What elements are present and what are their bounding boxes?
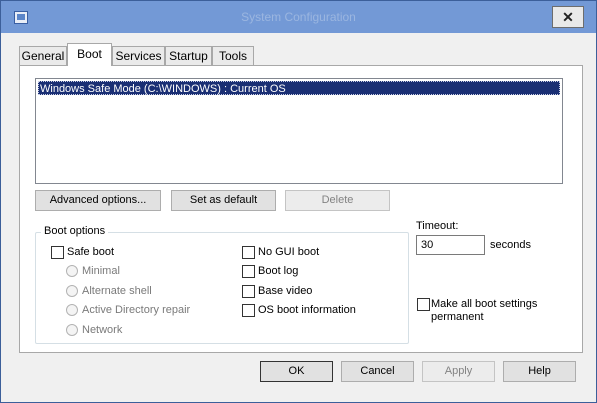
boot-options-label: Boot options [41, 225, 109, 237]
no-gui-boot-label: No GUI boot [258, 246, 320, 258]
advanced-options-button[interactable]: Advanced options... [35, 190, 161, 211]
tab-tools[interactable]: Tools [212, 46, 254, 66]
make-permanent-label-line2: permanent [431, 311, 484, 323]
help-button[interactable]: Help [503, 361, 576, 382]
base-video-label: Base video [258, 285, 313, 297]
tab-startup[interactable]: Startup [165, 46, 212, 66]
os-list[interactable]: Windows Safe Mode (C:\WINDOWS) : Current… [35, 78, 563, 184]
boot-options-group: Boot options Safe boot Minimal Alternate… [35, 225, 409, 344]
alternate-shell-radio[interactable] [66, 285, 78, 297]
boot-log-label: Boot log [258, 265, 299, 277]
window-title: System Configuration [241, 10, 356, 24]
os-boot-information-checkbox[interactable] [242, 304, 255, 317]
close-button[interactable]: ✕ [552, 6, 584, 28]
title-bar[interactable]: System Configuration ✕ [1, 1, 596, 33]
cancel-button[interactable]: Cancel [341, 361, 414, 382]
seconds-label: seconds [490, 239, 531, 251]
dialog-client-area: General Boot Services Startup Tools Wind… [7, 33, 590, 398]
active-directory-repair-radio[interactable] [66, 304, 78, 316]
alternate-shell-label: Alternate shell [82, 285, 152, 297]
boot-log-checkbox[interactable] [242, 265, 255, 278]
safe-boot-label: Safe boot [67, 246, 115, 258]
timeout-label: Timeout: [416, 220, 459, 232]
apply-button[interactable]: Apply [422, 361, 495, 382]
base-video-checkbox[interactable] [242, 285, 255, 298]
ok-button[interactable]: OK [260, 361, 333, 382]
system-configuration-window: System Configuration ✕ General Boot Serv… [0, 0, 597, 403]
delete-button[interactable]: Delete [285, 190, 390, 211]
set-as-default-button[interactable]: Set as default [171, 190, 276, 211]
network-radio[interactable] [66, 324, 78, 336]
make-permanent-checkbox[interactable] [417, 298, 430, 311]
safe-boot-checkbox[interactable] [51, 246, 64, 259]
make-permanent-label-line1: Make all boot settings [431, 298, 538, 310]
tab-services[interactable]: Services [112, 46, 165, 66]
os-boot-information-label: OS boot information [258, 304, 356, 316]
tab-general[interactable]: General [19, 46, 67, 66]
tab-boot[interactable]: Boot [67, 43, 112, 66]
minimal-radio[interactable] [66, 265, 78, 277]
boot-tab-panel: Windows Safe Mode (C:\WINDOWS) : Current… [19, 65, 583, 353]
os-list-item[interactable]: Windows Safe Mode (C:\WINDOWS) : Current… [38, 81, 560, 95]
no-gui-boot-checkbox[interactable] [242, 246, 255, 259]
active-directory-repair-label: Active Directory repair [82, 304, 191, 316]
network-label: Network [82, 324, 123, 336]
minimal-label: Minimal [82, 265, 120, 277]
timeout-input[interactable]: 30 [416, 235, 485, 255]
